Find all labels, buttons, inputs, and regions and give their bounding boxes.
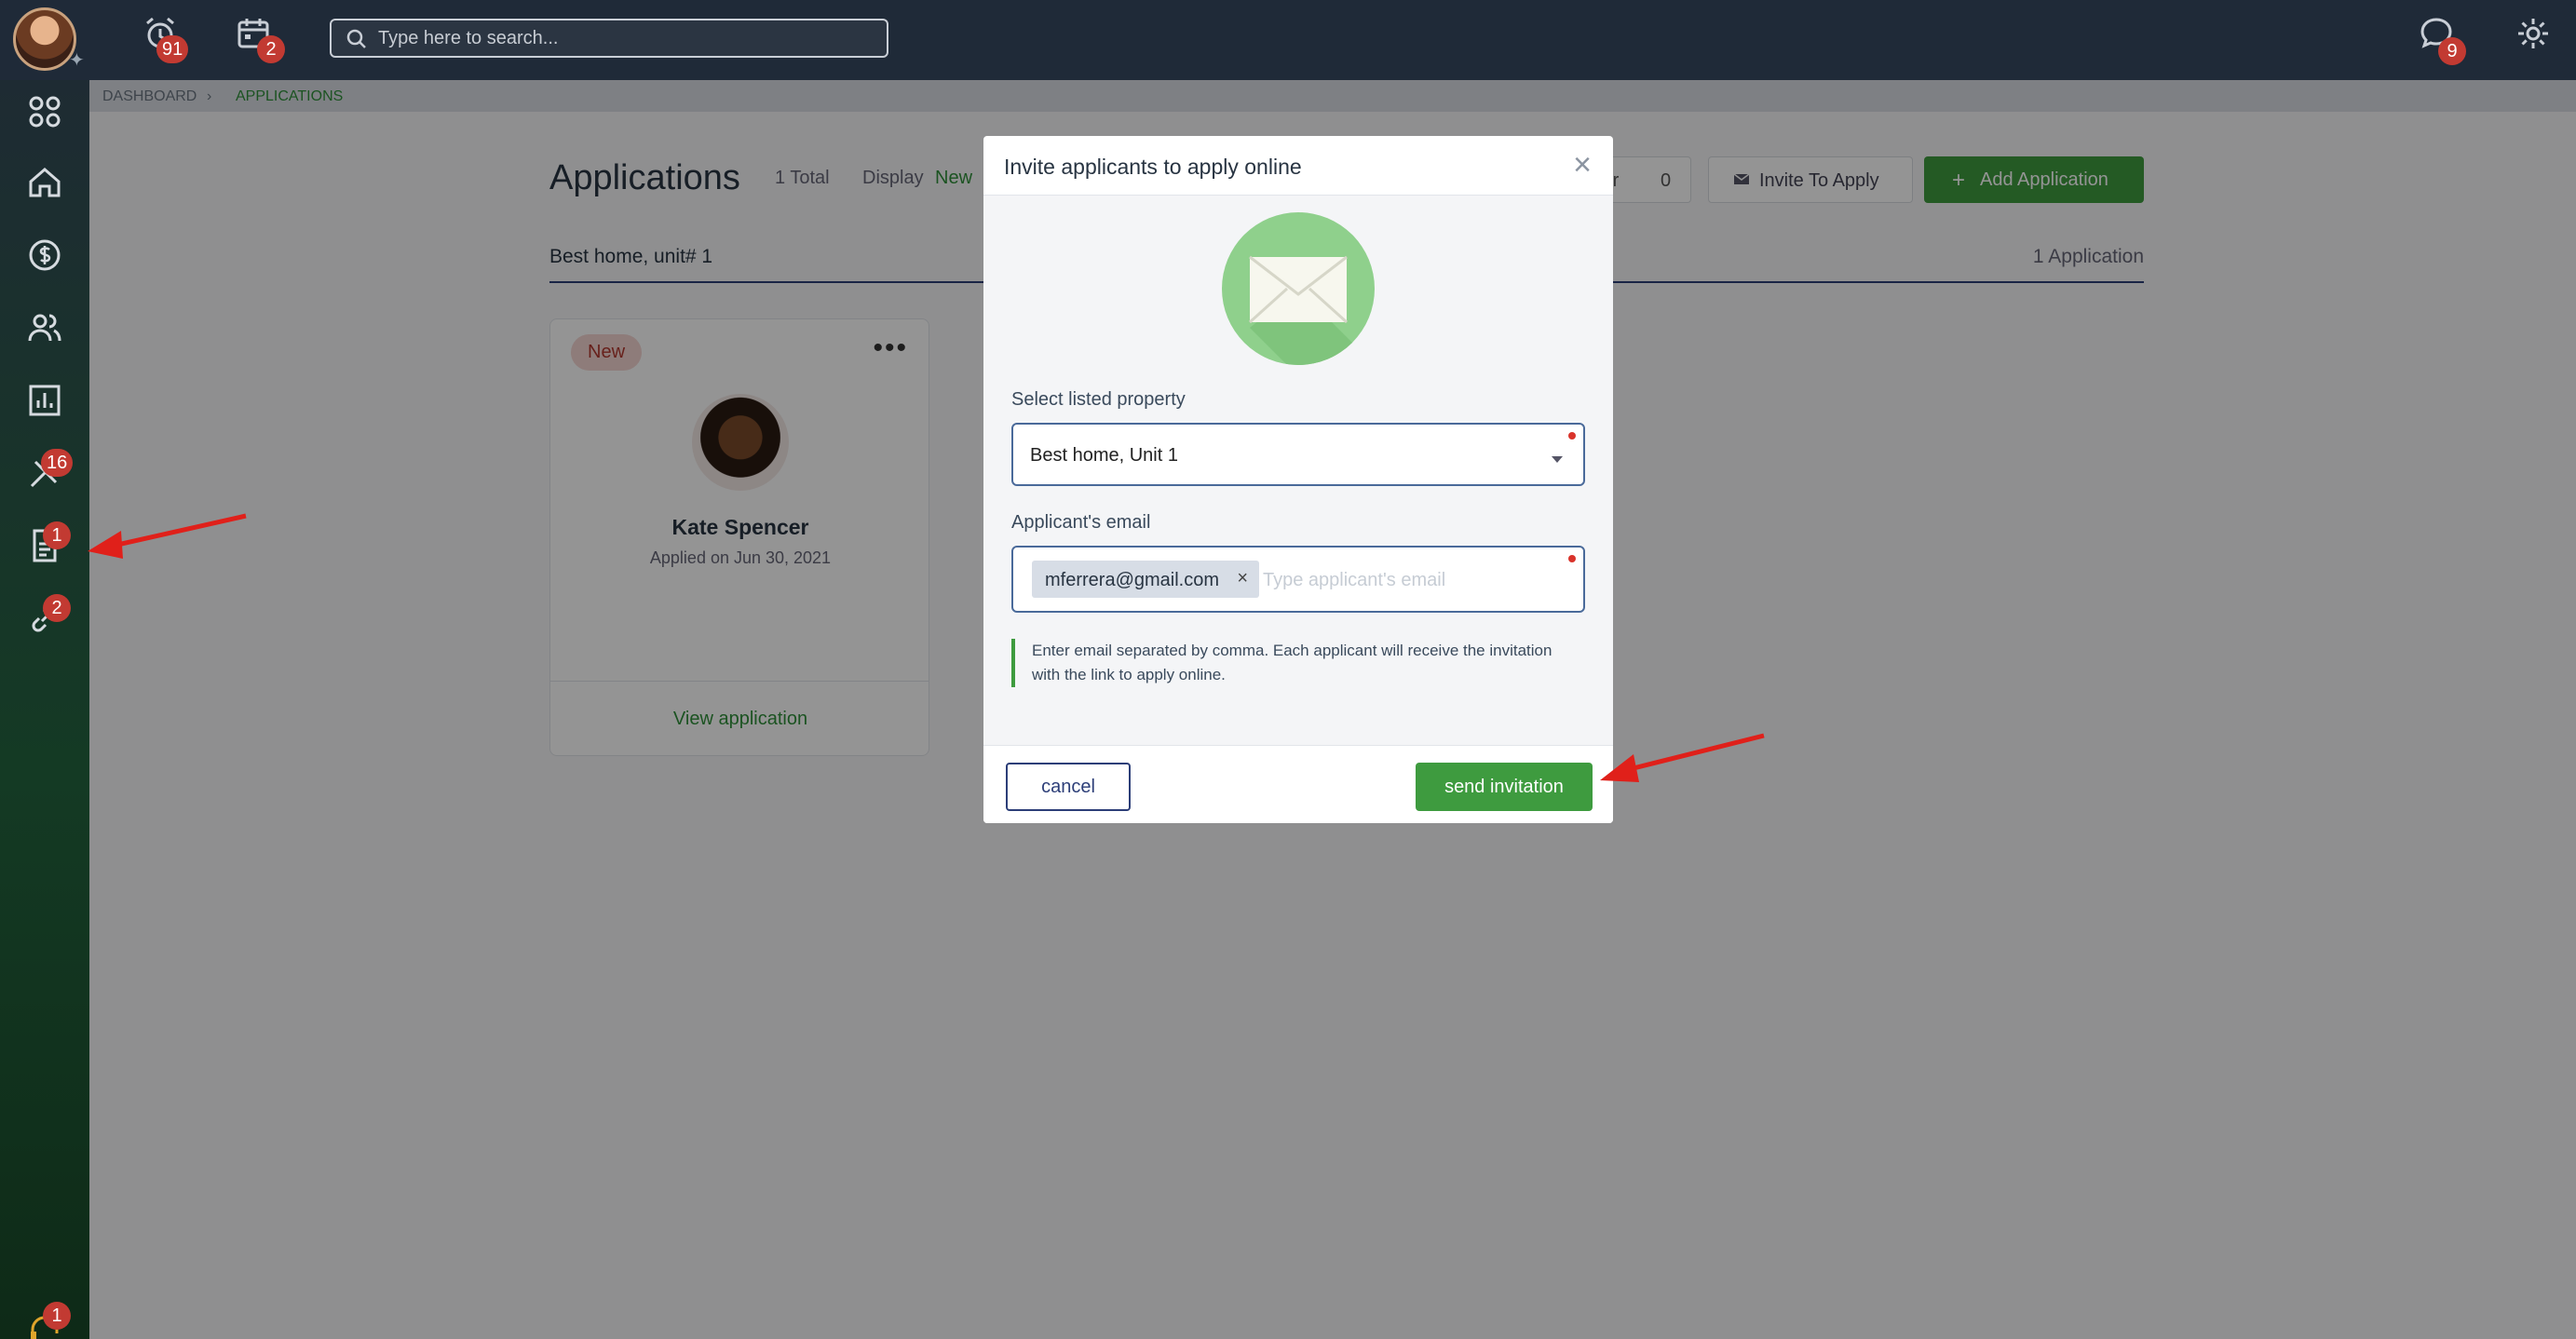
sidebar-item-reports[interactable] <box>17 372 73 428</box>
property-select[interactable]: Best home, Unit 1 <box>1011 423 1585 486</box>
email-chip: mferrera@gmail.com × <box>1032 561 1259 598</box>
pin-icon: ✦ <box>69 50 85 71</box>
modal-footer: cancel send invitation <box>983 745 1613 823</box>
modal-body: Select listed property Best home, Unit 1… <box>983 196 1613 745</box>
apps-grid-icon <box>29 96 61 128</box>
bar-chart-icon <box>29 385 61 416</box>
sidebar: 16 1 2 1 <box>0 80 89 1339</box>
annotation-arrow-icon <box>88 513 247 559</box>
links-badge: 2 <box>43 594 71 622</box>
search-bar[interactable] <box>330 19 888 58</box>
calendar-badge: 2 <box>257 35 285 63</box>
invite-modal: Invite applicants to apply online × Sele… <box>983 136 1613 823</box>
email-hint: Enter email separated by comma. Each app… <box>1011 639 1570 687</box>
user-avatar[interactable] <box>13 7 76 71</box>
chevron-down-icon <box>1552 456 1563 463</box>
sidebar-item-accounting[interactable] <box>17 227 73 283</box>
required-indicator <box>1568 555 1576 562</box>
calendar-button[interactable]: 2 <box>235 15 287 67</box>
annotation-arrow-icon <box>1600 733 1765 782</box>
envelope-illustration-icon <box>1222 212 1375 365</box>
modal-title: Invite applicants to apply online <box>1004 155 1302 179</box>
sidebar-item-applications[interactable]: 1 <box>17 518 73 574</box>
email-field[interactable]: mferrera@gmail.com × <box>1011 546 1585 613</box>
sidebar-item-apps[interactable] <box>17 84 73 140</box>
email-input[interactable] <box>1263 566 1561 594</box>
people-icon <box>28 314 61 342</box>
messages-badge: 9 <box>2438 37 2466 65</box>
sidebar-item-maintenance[interactable]: 16 <box>17 445 74 501</box>
cancel-button[interactable]: cancel <box>1006 763 1131 811</box>
sidebar-item-people[interactable] <box>17 300 73 356</box>
gear-icon <box>2518 19 2548 48</box>
messages-button[interactable]: 9 <box>2418 15 2470 67</box>
remove-chip-icon[interactable]: × <box>1237 568 1248 589</box>
required-indicator <box>1568 432 1576 440</box>
email-field-label: Applicant's email <box>1011 512 1151 533</box>
alarm-badge: 91 <box>156 35 189 63</box>
support-badge: 1 <box>43 1302 71 1330</box>
close-icon[interactable]: × <box>1565 147 1600 183</box>
property-select-value: Best home, Unit 1 <box>1030 445 1178 466</box>
sidebar-item-links[interactable]: 2 <box>17 590 73 646</box>
tools-badge: 16 <box>41 449 74 477</box>
settings-button[interactable] <box>2515 15 2567 67</box>
top-bar: ✦ 91 2 9 <box>0 0 2576 80</box>
sidebar-item-support[interactable]: 1 <box>17 1302 73 1339</box>
applications-badge: 1 <box>43 521 71 549</box>
dollar-icon <box>29 239 61 271</box>
search-icon <box>346 29 366 48</box>
modal-header: Invite applicants to apply online × <box>983 136 1613 196</box>
sidebar-item-home[interactable] <box>17 155 73 210</box>
search-input[interactable] <box>378 24 872 52</box>
alarm-button[interactable]: 91 <box>142 15 194 67</box>
send-invitation-button[interactable]: send invitation <box>1416 763 1593 811</box>
email-chip-text: mferrera@gmail.com <box>1045 570 1220 590</box>
home-icon <box>29 168 61 197</box>
property-select-label: Select listed property <box>1011 389 1186 410</box>
